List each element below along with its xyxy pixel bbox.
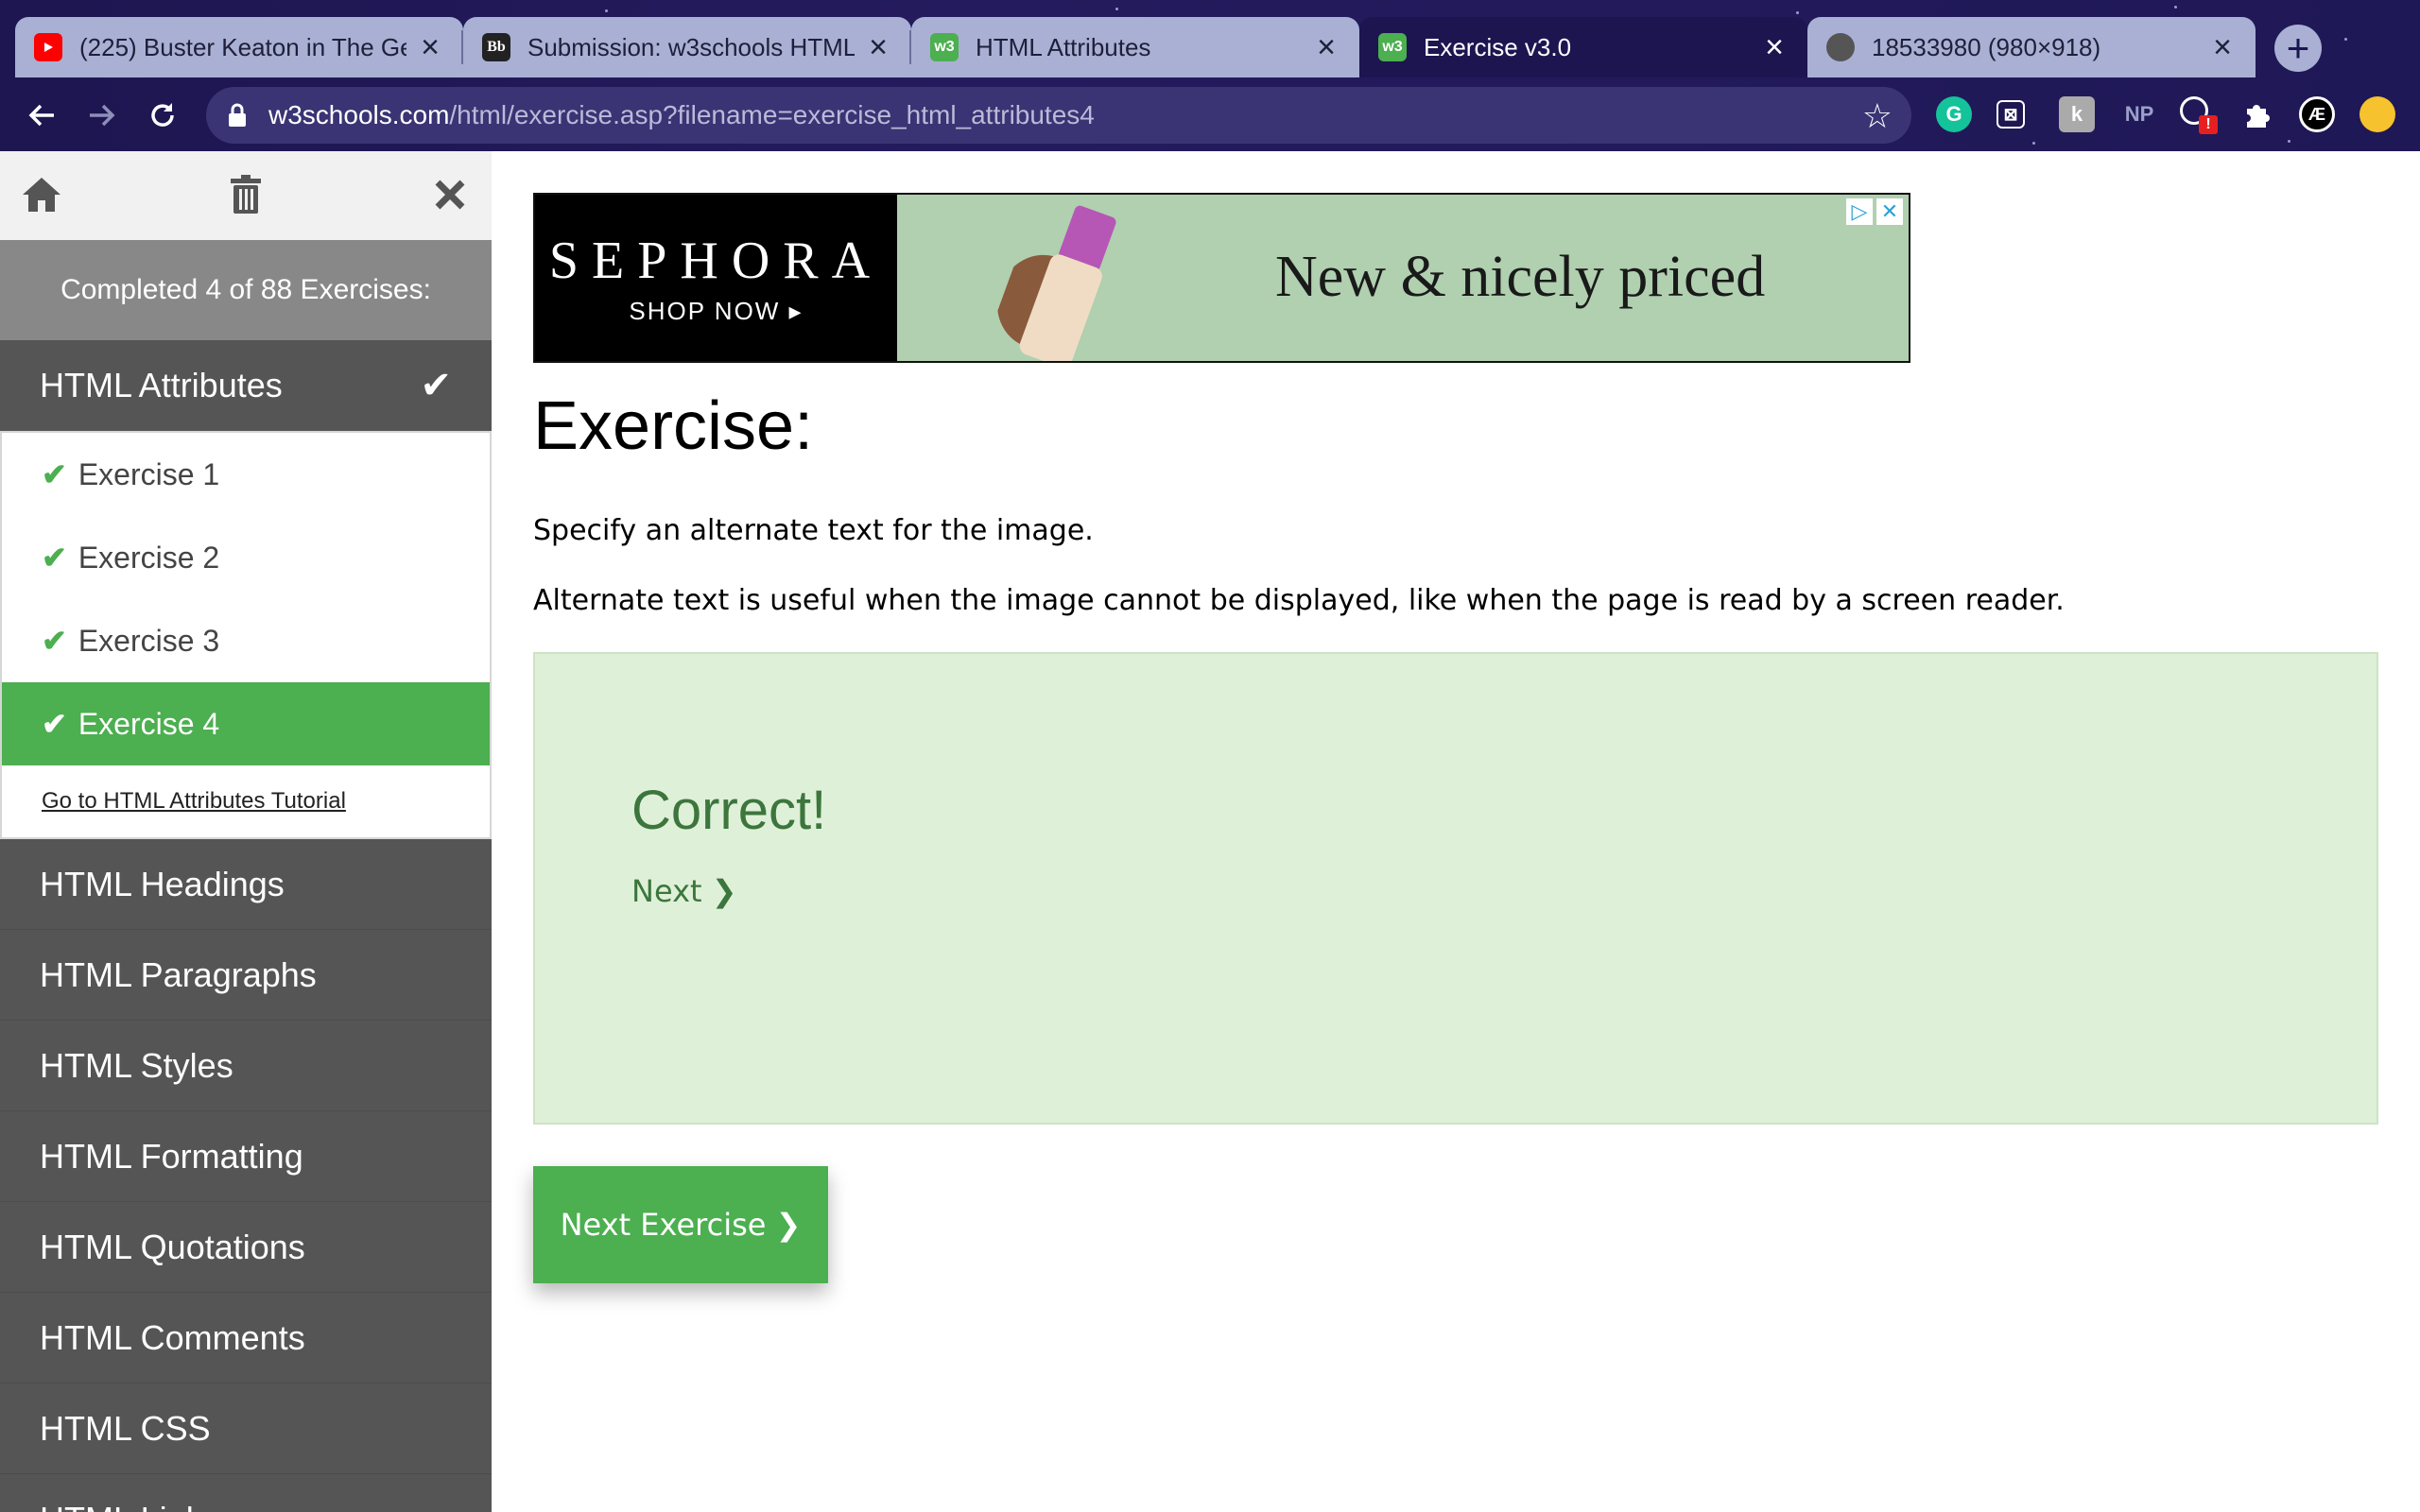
grammarly-icon[interactable]: G — [1936, 96, 1972, 132]
url-text: w3schools.com/html/exercise.asp?filename… — [268, 100, 1095, 130]
trash-icon[interactable] — [223, 172, 268, 217]
exercise-item-3[interactable]: ✔ Exercise 3 — [2, 599, 490, 682]
url-path: /html/exercise.asp?filename=exercise_htm… — [449, 100, 1095, 129]
browser-chrome: (225) Buster Keaton in The General × Bb … — [0, 0, 2420, 151]
new-tab-button[interactable]: + — [2274, 25, 2322, 72]
tab-title: (225) Buster Keaton in The General — [79, 32, 406, 61]
exercise-label: Exercise 3 — [78, 623, 220, 658]
ad-brand: SEPHORA — [548, 231, 884, 290]
tab-image[interactable]: 18533980 (980×918) × — [1807, 17, 2256, 77]
alert-badge: ! — [2199, 115, 2218, 134]
tab-youtube[interactable]: (225) Buster Keaton in The General × — [15, 17, 463, 77]
checkmark-icon: ✔ — [42, 624, 67, 658]
ad-controls: ▷ ✕ — [1846, 198, 1903, 225]
ad-cta: SHOP NOW ▸ — [629, 296, 804, 325]
close-icon[interactable]: × — [2208, 29, 2237, 65]
exercise-main: SEPHORA SHOP NOW ▸ New & nicely priced ▷… — [492, 151, 2420, 1512]
result-next-link[interactable]: Next ❯ — [631, 873, 737, 909]
close-icon[interactable]: × — [1312, 29, 1340, 65]
instruction-text: Specify an alternate text for the image. — [533, 514, 1094, 547]
browser-toolbar: w3schools.com/html/exercise.asp?filename… — [0, 77, 2420, 151]
tab-title: HTML Attributes — [976, 32, 1151, 61]
extension-np-icon[interactable]: NP — [2116, 96, 2163, 132]
globe-icon — [1826, 33, 1855, 61]
address-bar[interactable]: w3schools.com/html/exercise.asp?filename… — [206, 87, 1911, 144]
page-title: Exercise: — [533, 388, 814, 464]
chapter-html-quotations[interactable]: HTML Quotations — [0, 1202, 492, 1293]
w3schools-icon: w3 — [1378, 33, 1407, 61]
close-icon[interactable]: × — [864, 29, 892, 65]
exercise-sidebar: Completed 4 of 88 Exercises: HTML Attrib… — [0, 151, 492, 1512]
sidebar-toolbar — [0, 151, 492, 240]
tab-exercise[interactable]: w3 Exercise v3.0 × — [1359, 17, 1807, 77]
chapter-html-links[interactable]: HTML Links — [0, 1474, 492, 1512]
exercise-item-2[interactable]: ✔ Exercise 2 — [2, 516, 490, 599]
checkmark-icon: ✔ — [42, 707, 67, 741]
puzzle-icon[interactable] — [2238, 96, 2274, 132]
checkmark-icon: ✔ — [420, 365, 452, 406]
next-exercise-button[interactable]: Next Exercise ❯ — [533, 1166, 828, 1283]
tab-html-attributes[interactable]: w3 HTML Attributes × — [911, 17, 1359, 77]
chapter-html-paragraphs[interactable]: HTML Paragraphs — [0, 930, 492, 1021]
extension-mail-icon[interactable]: ⊠ — [1996, 100, 2025, 129]
exercise-label: Exercise 4 — [78, 706, 220, 741]
product-tube-image — [996, 205, 1116, 361]
tab-strip: (225) Buster Keaton in The General × Bb … — [15, 17, 2256, 77]
blackboard-icon: Bb — [482, 33, 510, 61]
checkmark-icon: ✔ — [42, 457, 67, 491]
tab-blackboard[interactable]: Bb Submission: w3schools HTML × — [463, 17, 911, 77]
result-panel: Correct! Next ❯ — [533, 652, 2378, 1125]
exercise-label: Exercise 2 — [78, 540, 220, 575]
exercise-list: ✔ Exercise 1 ✔ Exercise 2 ✔ Exercise 3 ✔… — [0, 431, 492, 839]
tab-title: Submission: w3schools HTML — [527, 32, 855, 61]
close-sidebar-icon[interactable] — [427, 172, 473, 217]
result-title: Correct! — [631, 780, 827, 841]
exercise-label: Exercise 1 — [78, 456, 220, 491]
close-icon[interactable]: × — [416, 29, 444, 65]
exercise-item-1[interactable]: ✔ Exercise 1 — [2, 433, 490, 516]
home-icon[interactable] — [19, 172, 64, 217]
ad-tagline: New & nicely priced — [1275, 245, 1766, 309]
extension-k-icon[interactable]: k — [2059, 96, 2095, 132]
ad-creative-panel: New & nicely priced ▷ ✕ — [897, 195, 1909, 361]
chapter-html-headings[interactable]: HTML Headings — [0, 839, 492, 930]
youtube-icon — [34, 33, 62, 61]
close-icon[interactable]: × — [1760, 29, 1789, 65]
star-icon[interactable]: ☆ — [1862, 96, 1893, 136]
chapter-html-comments[interactable]: HTML Comments — [0, 1293, 492, 1383]
adchoices-icon[interactable]: ▷ — [1846, 198, 1873, 225]
extension-circle-icon[interactable]: Æ — [2299, 96, 2335, 132]
instruction-detail: Alternate text is useful when the image … — [533, 584, 2065, 617]
url-host: w3schools.com — [268, 100, 450, 129]
extension-badge-icon[interactable]: ! — [2180, 96, 2218, 134]
advertisement-banner[interactable]: SEPHORA SHOP NOW ▸ New & nicely priced ▷… — [533, 193, 1910, 363]
lock-icon — [227, 103, 248, 128]
chapter-html-styles[interactable]: HTML Styles — [0, 1021, 492, 1111]
chapter-html-css[interactable]: HTML CSS — [0, 1383, 492, 1474]
tab-title: Exercise v3.0 — [1424, 32, 1572, 61]
reload-button[interactable] — [142, 94, 183, 136]
tab-title: 18533980 (980×918) — [1872, 32, 2101, 61]
ad-brand-panel: SEPHORA SHOP NOW ▸ — [535, 195, 897, 361]
chapter-html-formatting[interactable]: HTML Formatting — [0, 1111, 492, 1202]
forward-button[interactable] — [81, 94, 123, 136]
close-ad-icon[interactable]: ✕ — [1876, 198, 1903, 225]
progress-text: Completed 4 of 88 Exercises: — [0, 240, 492, 340]
checkmark-icon: ✔ — [42, 541, 67, 575]
section-label: HTML Attributes — [40, 366, 283, 404]
tutorial-link[interactable]: Go to HTML Attributes Tutorial — [2, 765, 490, 837]
w3schools-icon: w3 — [930, 33, 959, 61]
exercise-item-4[interactable]: ✔ Exercise 4 — [2, 682, 490, 765]
back-button[interactable] — [21, 94, 62, 136]
section-html-attributes[interactable]: HTML Attributes ✔ — [0, 340, 492, 431]
profile-avatar[interactable] — [2360, 96, 2395, 132]
